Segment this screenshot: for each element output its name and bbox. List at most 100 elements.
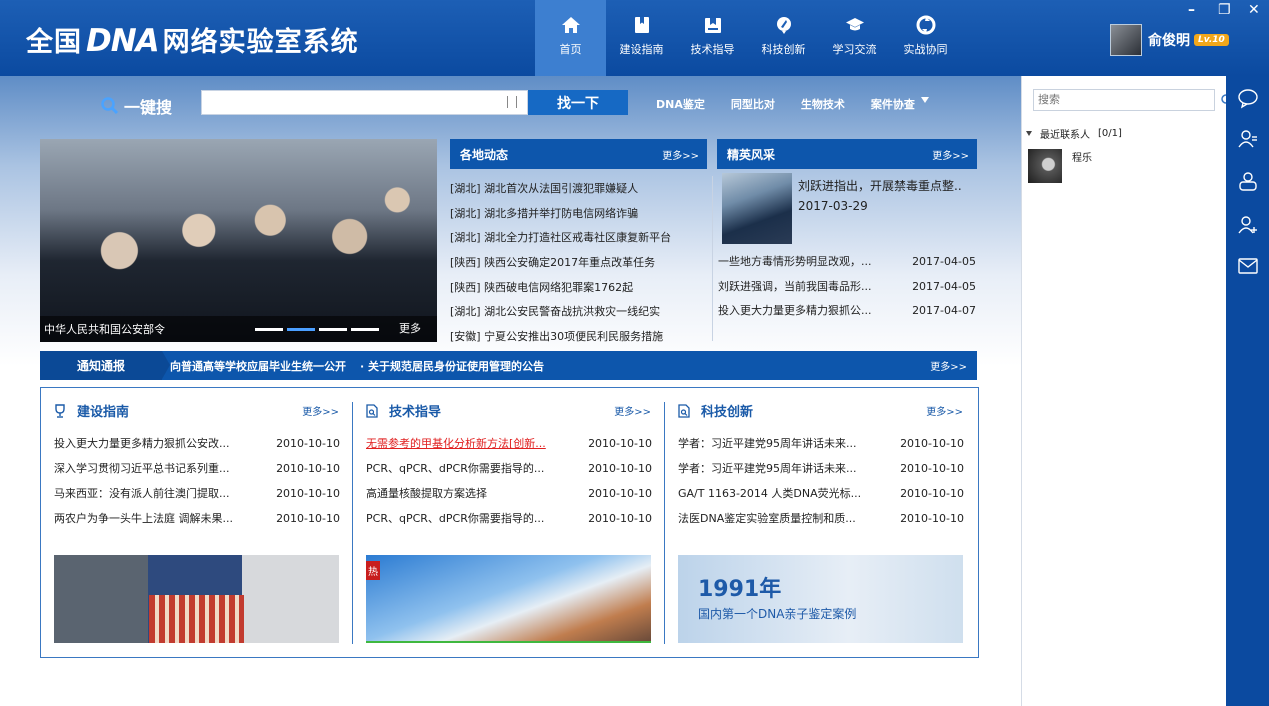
add-contact-icon[interactable] [1237, 214, 1259, 236]
app-logo: 全国 DNA 网络实验室系统 [26, 20, 359, 59]
search-button[interactable]: 找一下 [528, 90, 628, 115]
banner-carousel[interactable]: 中华人民共和国公安部令 更多 [40, 139, 437, 342]
banner-more-link[interactable]: 更多 [399, 320, 421, 336]
news-item[interactable]: [湖北] 湖北公安民警奋战抗洪救灾一线纪实 [450, 300, 708, 325]
search-box [201, 90, 528, 115]
contact-search-box [1033, 89, 1234, 111]
quick-link-match[interactable]: 同型比对 [731, 96, 775, 112]
news-item[interactable]: [湖北] 湖北多措并举打防电信网络诈骗 [450, 202, 708, 227]
contact-search-input[interactable] [1034, 90, 1184, 110]
home-icon [561, 17, 580, 33]
item-title: 深入学习贯彻习近平总书记系列重... [54, 462, 230, 475]
column-list: 投入更大力量更多精力狠抓公安改... 2010-10-10 深入学习贯彻习近平总书记… [54, 431, 340, 531]
carousel-dot[interactable] [351, 328, 379, 331]
column-tech-guide: 技术指导 更多>> 无需参考的甲基化分析新方法[创新... 2010-10-10 P… [353, 388, 665, 657]
nav-learning[interactable]: 学习交流 [819, 0, 890, 76]
more-link[interactable]: 更多>> [926, 403, 963, 418]
item-date: 2017-04-07 [912, 304, 976, 317]
column-image[interactable]: 热 [366, 555, 651, 643]
column-header: 技术指导 更多>> [365, 401, 651, 420]
logo-prefix: 全国 [26, 27, 82, 58]
news-item[interactable]: [陕西] 陕西公安确定2017年重点改革任务 [450, 251, 708, 276]
trophy-icon [55, 403, 65, 418]
news-item[interactable]: [湖北] 湖北全力打造社区戒毒社区康复新平台 [450, 226, 708, 251]
hot-tag: 热 [366, 561, 380, 580]
close-button[interactable]: ✕ [1248, 2, 1260, 18]
list-item[interactable]: 投入更大力量更多精力狠抓公安改... 2010-10-10 [54, 431, 340, 456]
item-title: 法医DNA鉴定实验室质量控制和质... [678, 512, 856, 525]
voice-icon[interactable] [507, 96, 517, 108]
list-item[interactable]: 深入学习贯彻习近平总书记系列重... 2010-10-10 [54, 456, 340, 481]
column-list: 无需参考的甲基化分析新方法[创新... 2010-10-10 PCR、qPCR、dP… [366, 431, 652, 531]
news-item[interactable]: [安徽] 宁夏公安推出30项便民利民服务措施 [450, 325, 708, 350]
search-input[interactable] [202, 91, 502, 114]
more-link[interactable]: 更多>> [662, 147, 699, 162]
item-title: 两农户为争一头牛上法庭 调解未果... [54, 512, 233, 525]
list-item[interactable]: PCR、qPCR、dPCR你需要指导的... 2010-10-10 [366, 456, 652, 481]
list-item[interactable]: 无需参考的甲基化分析新方法[创新... 2010-10-10 [366, 431, 652, 456]
list-item[interactable]: 学者：习近平建党95周年讲话未来... 2010-10-10 [678, 431, 964, 456]
list-item[interactable]: PCR、qPCR、dPCR你需要指导的... 2010-10-10 [366, 506, 652, 531]
item-title: GA/T 1163-2014 人类DNA荧光标... [678, 487, 862, 500]
list-item[interactable]: 刘跃进强调，当前我国毒品形... 2017-04-05 [718, 275, 976, 300]
column-image[interactable] [54, 555, 339, 643]
elite-featured-date: 2017-03-29 [798, 199, 868, 213]
more-link[interactable]: 更多>> [932, 147, 969, 162]
user-profile[interactable]: 俞俊明 Lv.10 [1110, 24, 1229, 56]
item-title: 无需参考的甲基化分析新方法[创新... [366, 437, 546, 450]
group-icon[interactable] [1237, 170, 1259, 192]
main-content: 一键搜 找一下 DNA鉴定 同型比对 生物技术 案件协查 中华人民共和国公安部令… [0, 76, 1021, 706]
list-item[interactable]: GA/T 1163-2014 人类DNA荧光标... 2010-10-10 [678, 481, 964, 506]
contact-list-icon[interactable] [1237, 128, 1259, 150]
item-title: 一些地方毒情形势明显改观，... [718, 255, 872, 268]
banner-image [40, 139, 437, 342]
minimize-button[interactable]: – [1188, 2, 1195, 18]
top-bar: 全国 DNA 网络实验室系统 首页 建设指南 技术指导 科技创新 学习交流 实战… [0, 0, 1269, 76]
contact-group-recent[interactable]: 最近联系人 [0/1] [1026, 126, 1122, 141]
notice-label: 通知通报 [40, 351, 170, 380]
column-image[interactable]: 1991年 国内第一个DNA亲子鉴定案例 [678, 555, 963, 643]
app-window: 全国 DNA 网络实验室系统 首页 建设指南 技术指导 科技创新 学习交流 实战… [0, 0, 1269, 706]
chevron-down-icon[interactable] [920, 97, 929, 103]
category-columns: 建设指南 更多>> 投入更大力量更多精力狠抓公安改... 2010-10-10 深入… [40, 387, 979, 658]
nav-tech-guide[interactable]: 技术指导 [677, 0, 748, 76]
notice-item[interactable]: 向普通高等学校应届毕业生统一公开 [170, 358, 346, 374]
carousel-dot[interactable] [319, 328, 347, 331]
item-date: 2010-10-10 [588, 487, 652, 500]
news-item[interactable]: [湖北] 湖北首次从法国引渡犯罪嫌疑人 [450, 177, 708, 202]
carousel-dot[interactable] [287, 328, 315, 331]
list-item[interactable]: 学者：习近平建党95周年讲话未来... 2010-10-10 [678, 456, 964, 481]
nav-innovation[interactable]: 科技创新 [748, 0, 819, 76]
quick-link-dna[interactable]: DNA鉴定 [656, 96, 705, 112]
item-title: 高通量核酸提取方案选择 [366, 487, 487, 500]
search-icon [101, 97, 119, 115]
news-item[interactable]: [陕西] 陕西破电信网络犯罪案1762起 [450, 276, 708, 301]
more-link[interactable]: 更多>> [302, 403, 339, 418]
notice-item[interactable]: · 关于规范居民身份证使用管理的公告 [360, 358, 544, 374]
list-item[interactable]: 两农户为争一头牛上法庭 调解未果... 2010-10-10 [54, 506, 340, 531]
carousel-dot[interactable] [255, 328, 283, 331]
elite-featured-image[interactable] [722, 173, 792, 244]
chat-bubble-icon[interactable] [1237, 87, 1259, 109]
list-item[interactable]: 一些地方毒情形势明显改观，... 2017-04-05 [718, 250, 976, 275]
nav-home[interactable]: 首页 [535, 0, 606, 76]
item-date: 2010-10-10 [900, 462, 964, 475]
more-link[interactable]: 更多>> [614, 403, 651, 418]
elite-featured-title[interactable]: 刘跃进指出，开展禁毒重点整.. [798, 177, 962, 194]
main-nav: 首页 建设指南 技术指导 科技创新 学习交流 实战协同 [535, 0, 961, 76]
more-link[interactable]: 更多>> [930, 358, 967, 373]
list-item[interactable]: 法医DNA鉴定实验室质量控制和质... 2010-10-10 [678, 506, 964, 531]
column-header: 科技创新 更多>> [677, 401, 963, 420]
list-item[interactable]: 高通量核酸提取方案选择 2010-10-10 [366, 481, 652, 506]
nav-build-guide[interactable]: 建设指南 [606, 0, 677, 76]
item-date: 2010-10-10 [900, 512, 964, 525]
restore-button[interactable]: ❐ [1218, 2, 1231, 18]
list-item[interactable]: 马来西亚：没有派人前往澳门提取... 2010-10-10 [54, 481, 340, 506]
quick-link-case[interactable]: 案件协查 [871, 96, 915, 112]
contact-item[interactable]: 程乐 [1028, 149, 1092, 183]
quick-link-biotech[interactable]: 生物技术 [801, 96, 845, 112]
nav-collaboration[interactable]: 实战协同 [890, 0, 961, 76]
mail-icon[interactable] [1237, 255, 1259, 277]
list-item[interactable]: 投入更大力量更多精力狠抓公... 2017-04-07 [718, 299, 976, 324]
logo-mark: DNA [86, 23, 160, 59]
